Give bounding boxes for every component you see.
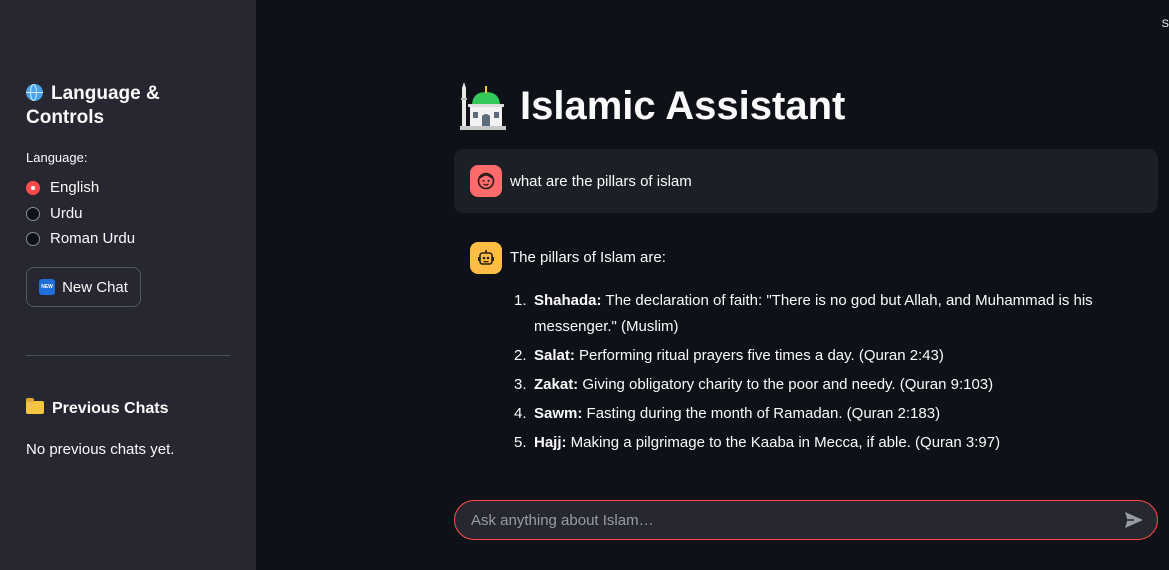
pillar-text: Fasting during the month of Ramadan. (Qu… <box>582 405 941 422</box>
pillar-text: Making a pilgrimage to the Kaaba in Mecc… <box>566 434 1001 451</box>
list-item: 3. Zakat: Giving obligatory charity to th… <box>510 372 1110 398</box>
radio-label-english: English <box>50 179 100 196</box>
previous-chats-title: Previous Chats <box>26 398 169 418</box>
radio-label-roman-urdu: Roman Urdu <box>50 230 136 247</box>
new-badge-icon: NEW <box>39 279 56 295</box>
radio-button-urdu[interactable] <box>26 206 40 221</box>
previous-chats-title-text: Previous Chats <box>52 400 169 417</box>
sidebar-title: Language & Controls <box>26 82 226 130</box>
radio-button-english[interactable] <box>26 180 40 195</box>
new-chat-label: New Chat <box>62 278 128 296</box>
pillar-text: Performing ritual prayers five times a d… <box>574 347 944 364</box>
robot-icon <box>478 250 494 265</box>
list-number: 5. <box>514 434 527 451</box>
page-title-text: Islamic Assistant <box>520 83 846 128</box>
no-chats-text: No previous chats yet. <box>26 441 175 458</box>
list-number: 2. <box>514 347 527 364</box>
pillar-name: Salat: <box>534 347 575 364</box>
pillar-name: Shahada: <box>534 292 602 309</box>
user-face-icon <box>477 172 495 190</box>
radio-button-roman-urdu[interactable] <box>26 231 40 246</box>
list-number: 1. <box>514 292 527 309</box>
send-button[interactable] <box>1123 509 1145 531</box>
chat-input[interactable] <box>455 510 1123 530</box>
chat-input-container[interactable] <box>454 500 1158 540</box>
radio-label-urdu: Urdu <box>50 205 83 222</box>
pillar-text: The declaration of faith: "There is no g… <box>534 292 1093 335</box>
assistant-avatar <box>470 242 502 274</box>
language-label: Language: <box>26 150 88 165</box>
list-item: 5. Hajj: Making a pilgrimage to the Kaaba… <box>510 430 1110 456</box>
user-message: what are the pillars of islam <box>454 149 1158 213</box>
list-item: 4. Sawm: Fasting during the month of Rama… <box>510 401 1110 427</box>
user-message-text: what are the pillars of islam <box>510 173 692 190</box>
globe-icon <box>26 84 43 101</box>
page-title: Islamic Assistant <box>460 82 845 130</box>
radio-option-english[interactable]: English <box>26 179 99 196</box>
radio-option-urdu[interactable]: Urdu <box>26 205 83 222</box>
pillar-name: Sawm: <box>534 405 583 422</box>
send-icon <box>1125 512 1143 528</box>
pillars-list: 1. Shahada: The declaration of faith: "Th… <box>510 288 1110 459</box>
pillar-text: Giving obligatory charity to the poor an… <box>578 376 994 393</box>
sidebar: Language & Controls Language: English Ur… <box>0 0 256 570</box>
new-chat-button[interactable]: NEW New Chat <box>26 267 141 307</box>
list-item: 1. Shahada: The declaration of faith: "Th… <box>510 288 1110 340</box>
mosque-icon <box>460 82 506 130</box>
sidebar-title-text: Language & Controls <box>26 83 160 128</box>
folder-icon <box>26 398 44 414</box>
corner-text: S <box>1161 18 1169 30</box>
list-number: 4. <box>514 405 527 422</box>
user-avatar <box>470 165 502 197</box>
pillar-name: Zakat: <box>534 376 579 393</box>
pillar-name: Hajj: <box>534 434 567 451</box>
radio-option-roman-urdu[interactable]: Roman Urdu <box>26 230 135 247</box>
list-item: 2. Salat: Performing ritual prayers five … <box>510 343 1110 369</box>
sidebar-divider <box>26 355 230 356</box>
assistant-intro: The pillars of Islam are: <box>510 249 666 266</box>
list-number: 3. <box>514 376 527 393</box>
